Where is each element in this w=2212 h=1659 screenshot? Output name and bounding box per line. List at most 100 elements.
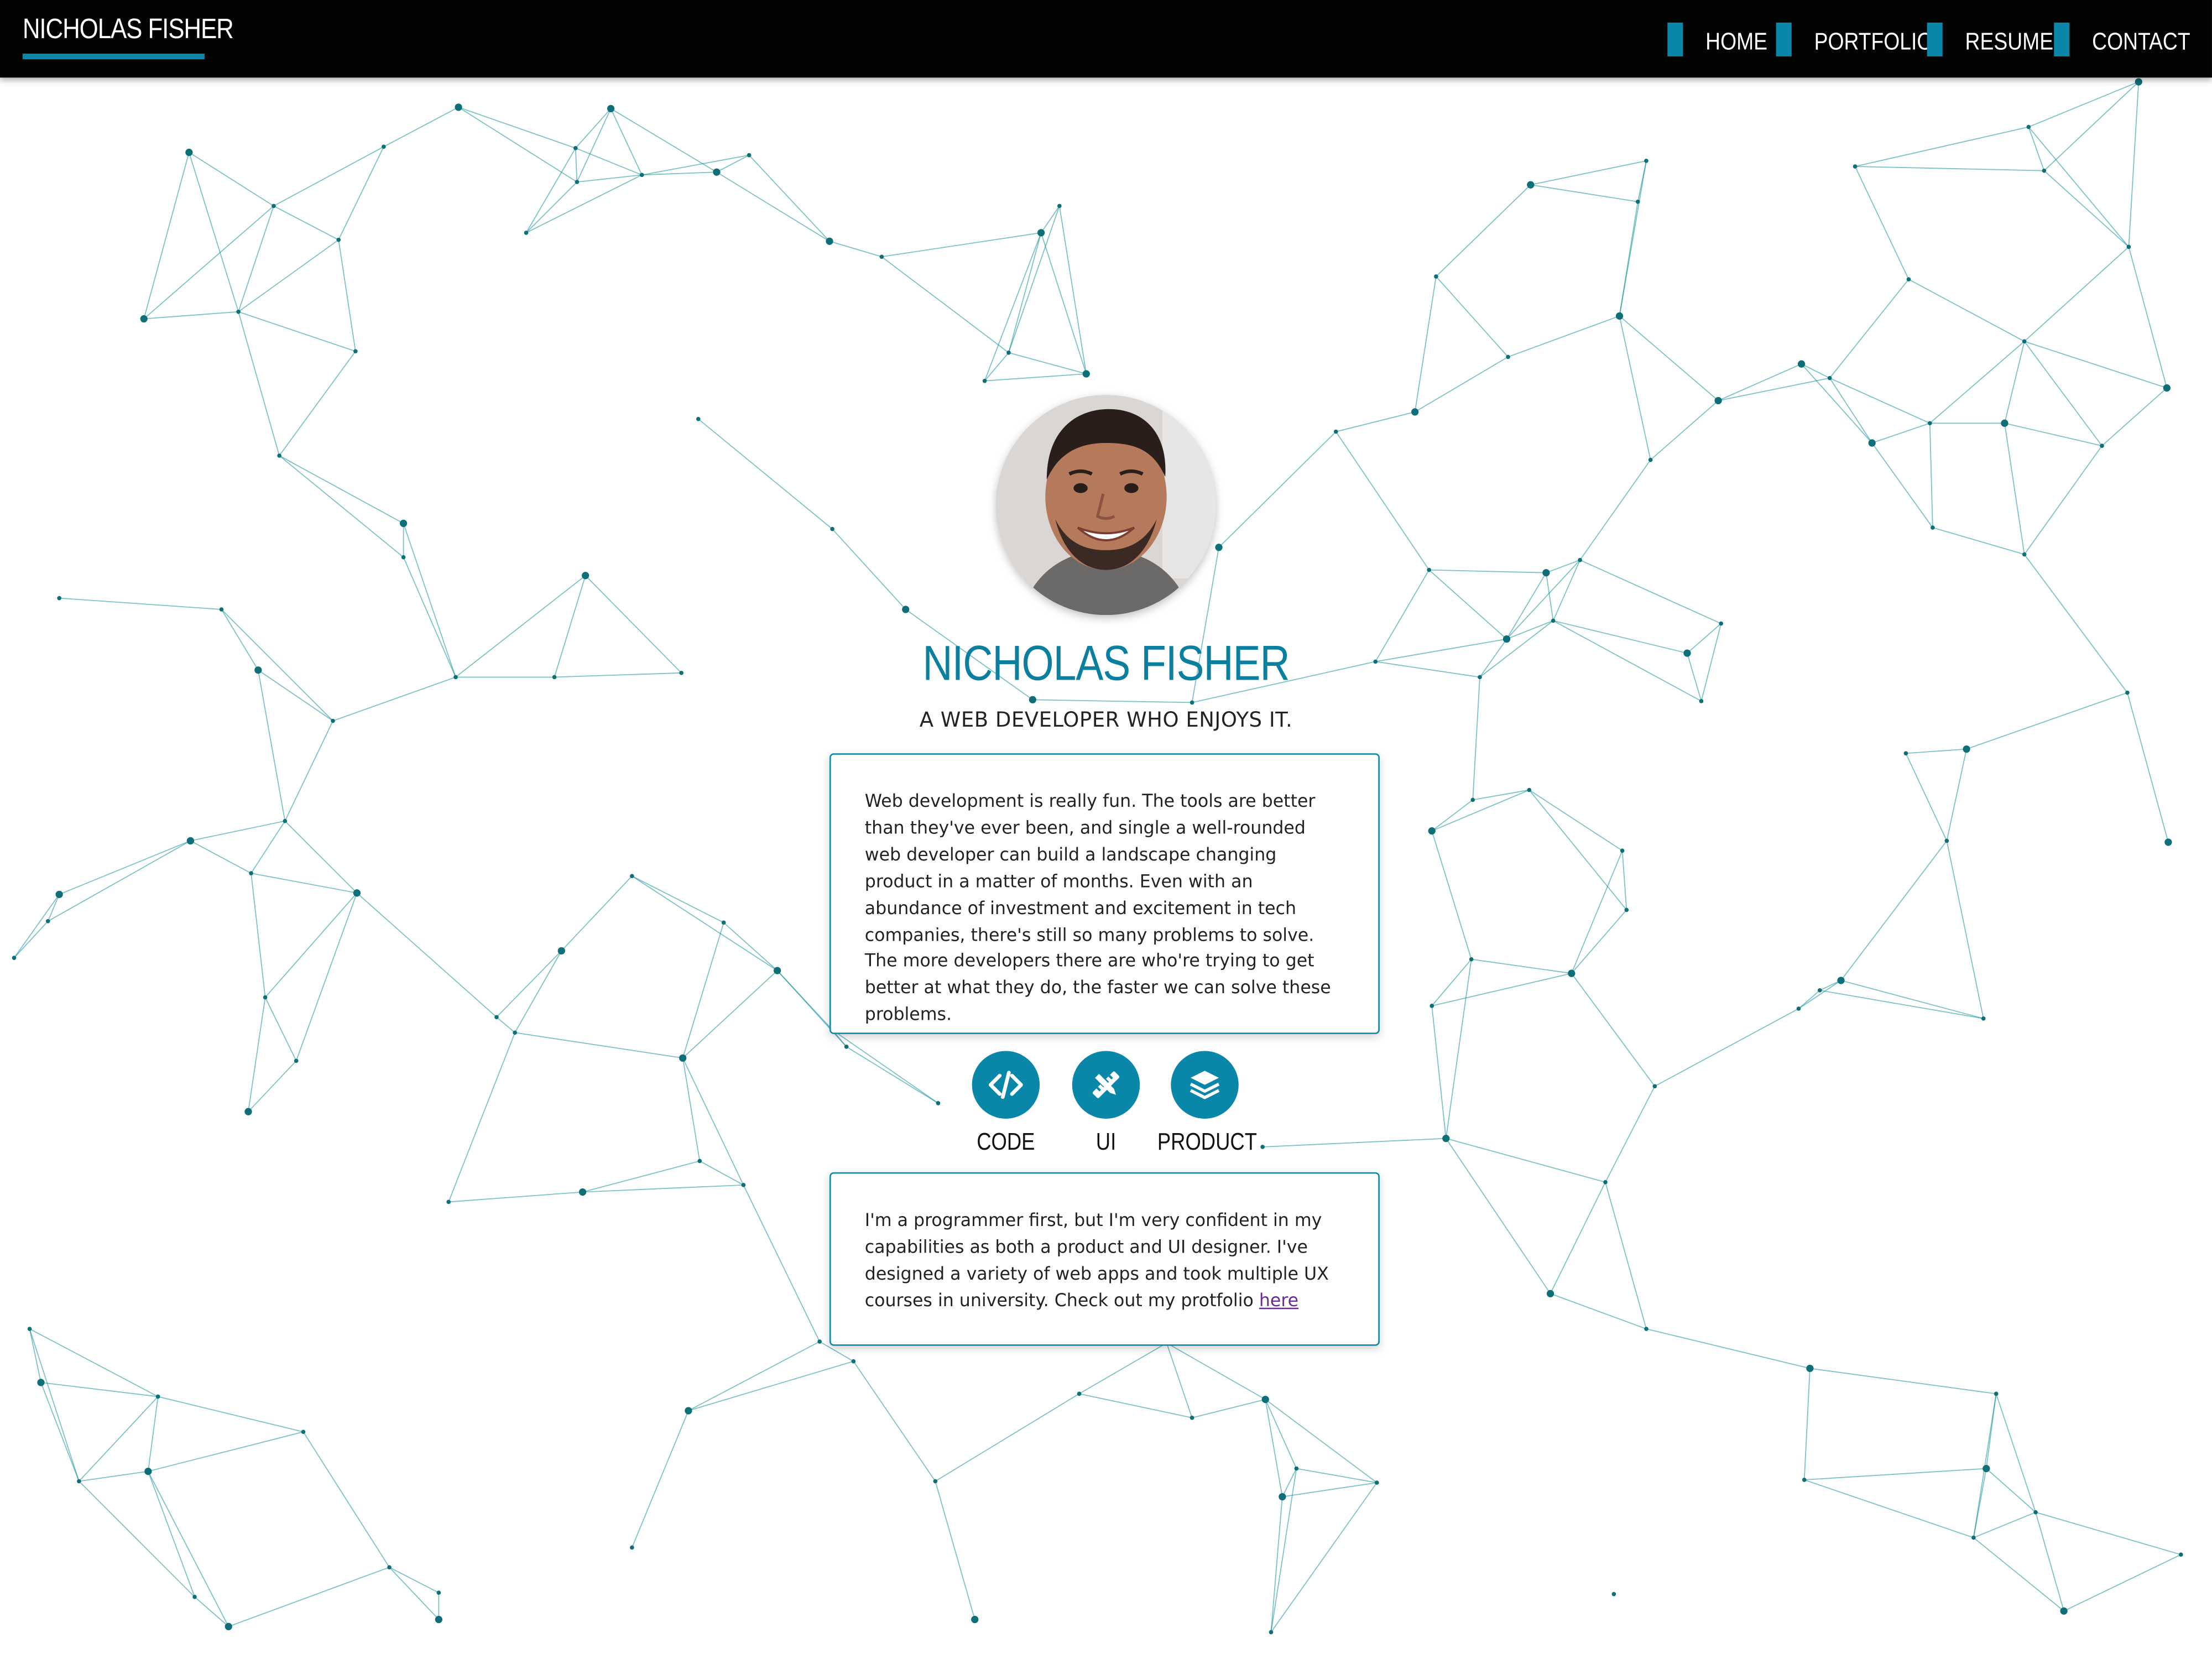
network-line [2128,247,2168,388]
network-node [630,1545,634,1550]
skill-circle[interactable] [1072,1051,1140,1119]
network-line [611,108,717,173]
network-line [148,1471,229,1627]
network-line [1571,850,1623,974]
network-line [1605,1086,1656,1183]
nav-item-home[interactable]: HOME [1667,22,1777,57]
network-line [1528,789,1623,852]
network-line [2063,1554,2182,1612]
network-line [1619,201,1639,316]
network-line [1471,958,1572,974]
skill-product[interactable]: PRODUCT [1149,1051,1261,1156]
network-line [257,670,286,821]
network-line [1479,639,1507,677]
network-line [29,1328,80,1481]
network-node [552,675,557,680]
network-line [1414,276,1437,413]
network-line [448,1191,583,1203]
nav-label[interactable]: RESUME [1965,28,2054,56]
network-line [332,676,456,722]
network-node [1527,181,1535,189]
network-node [741,1183,746,1187]
network-node [1430,1004,1434,1008]
network-line [1946,749,1967,841]
network-node [1506,354,1510,359]
network-line [1798,980,1841,1009]
network-node [1190,1415,1194,1420]
network-node [936,1101,941,1105]
network-line [1166,1343,1193,1418]
skill-code[interactable]: CODE [950,1051,1062,1156]
network-node [1551,618,1556,623]
network-line [190,820,285,842]
brand-logo[interactable]: NICHOLAS FISHER [23,14,234,47]
network-line [221,609,333,722]
layers-icon [1190,1071,1220,1099]
skill-circle[interactable] [1171,1051,1239,1119]
network-line [1801,363,1872,444]
network-node [1806,1364,1814,1373]
network-node [1215,544,1223,551]
network-line [1079,1393,1192,1418]
brand-underline [22,53,205,60]
nav-label[interactable]: HOME [1705,28,1767,56]
network-line [2024,341,2167,389]
network-line [258,669,333,722]
network-node [219,607,224,612]
network-line [1966,692,2128,750]
network-node [336,237,341,242]
network-line [1530,184,1638,202]
network-node [12,956,17,960]
nav-item-portfolio[interactable]: PORTFOLIO [1776,22,1953,57]
network-line [577,174,642,182]
network-node [2042,168,2047,173]
network-line [1473,789,1530,801]
network-node [1624,907,1629,912]
network-line [29,1328,41,1383]
network-line [2028,81,2139,128]
network-node [902,606,910,613]
network-line [40,1382,158,1397]
network-node [1029,696,1036,703]
network-line [188,152,239,312]
network-line [2004,423,2025,555]
network-line [1432,973,1572,1006]
network-line [1829,279,1910,379]
network-node [446,1199,451,1204]
network-line [682,922,724,1058]
network-line [1621,851,1627,910]
nav-label[interactable]: PORTFOLIO [1814,28,1933,56]
network-node [1719,621,1724,626]
network-line [1801,363,1830,379]
network-line [264,893,358,998]
skill-ui[interactable]: UI [1050,1051,1162,1156]
network-node [399,519,408,528]
network-line [1270,1496,1283,1632]
network-node [630,874,634,878]
network-node [933,1479,938,1484]
network-node [1333,429,1338,434]
network-node [557,947,565,955]
portfolio-link[interactable]: here [1259,1289,1298,1310]
network-node [982,378,987,383]
network-line [448,1032,515,1202]
network-node [27,1327,32,1331]
skill-label: PRODUCT [1157,1128,1257,1156]
network-line [1008,232,1042,353]
network-node [1568,969,1575,977]
network-line [1819,989,1984,1019]
network-node [2022,552,2027,557]
network-line [389,1567,440,1620]
skill-circle[interactable] [972,1051,1040,1119]
network-node [185,148,193,156]
nav-label[interactable]: CONTACT [2092,28,2190,56]
network-node [2060,1607,2068,1615]
network-line [194,1597,229,1627]
network-line [1296,1468,1377,1483]
nav-item-contact[interactable]: CONTACT [2054,22,2206,57]
network-node [1469,957,1474,962]
nav-item-resume[interactable]: RESUME [1927,22,2068,57]
network-line [1798,990,1820,1009]
network-node [1652,1084,1657,1089]
network-line [238,311,280,456]
